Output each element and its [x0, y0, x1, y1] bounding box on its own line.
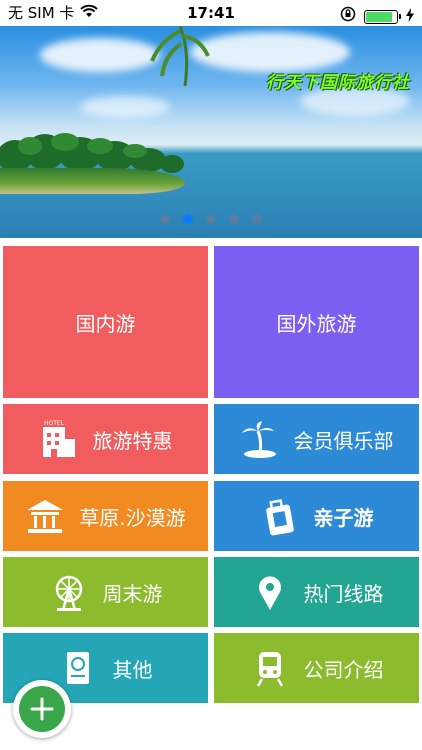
status-bar: 无 SIM 卡 17:41 [0, 0, 422, 26]
tile-label: 其他 [112, 657, 153, 682]
passport-icon [59, 648, 99, 688]
carousel-dot-5[interactable] [252, 214, 262, 224]
tile-label: 国外旅游 [276, 311, 357, 336]
pavilion-icon [25, 496, 65, 536]
battery-icon [364, 10, 401, 24]
hotel-icon: HOTEL [39, 419, 79, 459]
tile-domestic-travel[interactable]: 国内游 [3, 246, 208, 398]
svg-text:HOTEL: HOTEL [44, 420, 65, 427]
island-image [0, 168, 185, 194]
tile-company-intro[interactable]: 公司介绍 [214, 633, 419, 703]
tile-overseas-travel[interactable]: 国外旅游 [214, 246, 419, 398]
pin-icon [250, 572, 290, 612]
tile-label: 亲子游 [313, 505, 374, 530]
carousel-indicator[interactable] [0, 214, 422, 224]
tile-grassland-desert[interactable]: 草原.沙漠游 [3, 481, 208, 551]
tile-members-club[interactable]: 会员俱乐部 [214, 404, 419, 474]
carousel-dot-3[interactable] [206, 214, 216, 224]
tile-label: 草原.沙漠游 [79, 505, 186, 530]
tile-label: 热门线路 [303, 581, 384, 606]
tile-label: 国内游 [75, 311, 136, 336]
tile-label: 会员俱乐部 [293, 428, 394, 453]
tile-label: 旅游特惠 [92, 428, 173, 453]
plus-icon [19, 686, 65, 732]
tile-label: 周末游 [102, 581, 163, 606]
train-icon [250, 648, 290, 688]
carousel-dot-1[interactable] [160, 214, 170, 224]
luggage-icon [260, 496, 300, 536]
tile-popular-routes[interactable]: 热门线路 [214, 557, 419, 627]
tile-label: 公司介绍 [303, 657, 384, 682]
tile-family-travel[interactable]: 亲子游 [214, 481, 419, 551]
banner-carousel[interactable]: 行天下国际旅行社 [0, 26, 422, 238]
banner-title: 行天下国际旅行社 [266, 73, 410, 93]
palm-frond-image [150, 26, 210, 86]
tile-travel-deals[interactable]: HOTEL 旅游特惠 [3, 404, 208, 474]
palm-island-icon [240, 419, 280, 459]
carousel-dot-2[interactable] [183, 214, 193, 224]
carousel-dot-4[interactable] [229, 214, 239, 224]
tile-weekend-travel[interactable]: 周末游 [3, 557, 208, 627]
add-button[interactable] [13, 680, 71, 738]
ferris-wheel-icon [49, 572, 89, 612]
